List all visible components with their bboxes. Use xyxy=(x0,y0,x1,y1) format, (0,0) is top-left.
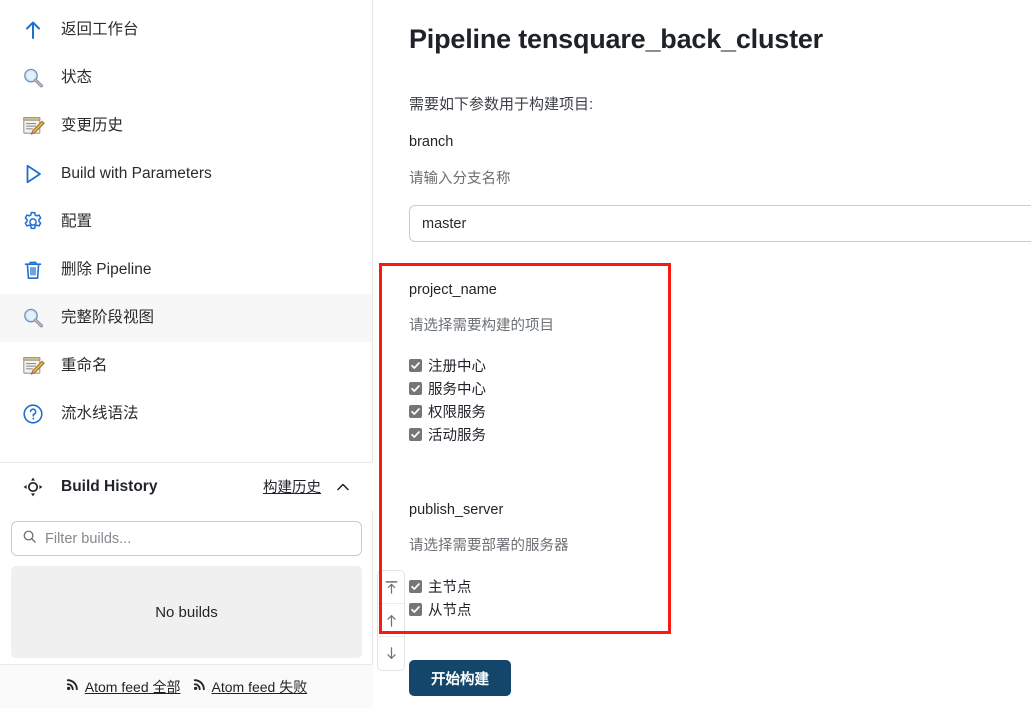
sidebar-nav: 返回工作台 状态 变更历史 Build with Parameters 配置 删… xyxy=(0,0,372,438)
sidebar-item-label: 状态 xyxy=(61,69,93,87)
sidebar-item-change-history[interactable]: 变更历史 xyxy=(0,102,372,150)
intro-text: 需要如下参数用于构建项目: xyxy=(409,96,594,113)
trash-icon xyxy=(21,258,45,282)
notepad-pencil-icon xyxy=(21,354,45,378)
checkbox-label: 服务中心 xyxy=(428,382,486,398)
param-description-branch: 请输入分支名称 xyxy=(409,171,511,187)
sidebar-item-full-stage-view[interactable]: 完整阶段视图 xyxy=(0,294,372,342)
checkbox-row[interactable]: 从节点 xyxy=(409,598,472,621)
param-label-publish-server: publish_server xyxy=(409,502,504,518)
filter-builds-box[interactable] xyxy=(11,521,362,556)
checkbox-row[interactable]: 权限服务 xyxy=(409,400,486,423)
checkbox-row[interactable]: 活动服务 xyxy=(409,423,486,446)
sidebar-item-label: 删除 Pipeline xyxy=(61,261,152,279)
no-builds-message: No builds xyxy=(11,566,362,658)
param-description-project-name: 请选择需要构建的项目 xyxy=(409,318,554,334)
checkbox-checked-icon[interactable] xyxy=(409,603,422,616)
sidebar-item-label: 返回工作台 xyxy=(61,21,139,39)
checkbox-label: 从节点 xyxy=(428,603,472,619)
rss-icon xyxy=(193,677,207,696)
build-history-header[interactable]: Build History 构建历史 xyxy=(0,462,373,510)
sidebar-item-delete-pipeline[interactable]: 删除 Pipeline xyxy=(0,246,372,294)
atom-feed-failed[interactable]: Atom feed 失败 xyxy=(193,677,308,697)
scroll-nub xyxy=(377,570,405,671)
sidebar-item-status[interactable]: 状态 xyxy=(0,54,372,102)
checkbox-group-publish-server: 主节点 从节点 xyxy=(409,575,472,621)
param-label-project-name: project_name xyxy=(409,282,497,298)
checkbox-checked-icon[interactable] xyxy=(409,428,422,441)
scroll-up-button[interactable] xyxy=(378,604,404,637)
start-build-button[interactable]: 开始构建 xyxy=(409,660,511,696)
build-history-link[interactable]: 构建历史 xyxy=(263,476,321,497)
scroll-to-top-button[interactable] xyxy=(378,571,404,604)
sidebar-item-configure[interactable]: 配置 xyxy=(0,198,372,246)
sidebar-item-label: 完整阶段视图 xyxy=(61,309,155,327)
help-circle-icon xyxy=(21,402,45,426)
sidebar-item-rename[interactable]: 重命名 xyxy=(0,342,372,390)
branch-input[interactable] xyxy=(409,205,1031,242)
search-icon xyxy=(22,529,37,549)
gear-icon xyxy=(21,210,45,234)
page-title: Pipeline tensquare_back_cluster xyxy=(409,24,823,54)
checkbox-row[interactable]: 注册中心 xyxy=(409,354,486,377)
atom-feed-label: Atom feed 失败 xyxy=(211,678,308,695)
checkbox-label: 权限服务 xyxy=(428,405,486,421)
param-description-publish-server: 请选择需要部署的服务器 xyxy=(409,538,569,554)
build-history-title: Build History xyxy=(61,477,158,495)
filter-builds-wrap xyxy=(11,521,362,556)
build-history-icon xyxy=(21,475,45,499)
sidebar-item-build-with-parameters[interactable]: Build with Parameters xyxy=(0,150,372,198)
checkbox-checked-icon[interactable] xyxy=(409,405,422,418)
magnifier-icon xyxy=(21,306,45,330)
checkbox-row[interactable]: 主节点 xyxy=(409,575,472,598)
checkbox-checked-icon[interactable] xyxy=(409,382,422,395)
notepad-pencil-icon xyxy=(21,114,45,138)
sidebar-item-label: Build with Parameters xyxy=(61,165,212,183)
up-arrow-icon xyxy=(21,18,45,42)
checkbox-checked-icon[interactable] xyxy=(409,359,422,372)
checkbox-group-project-name: 注册中心 服务中心 权限服务 活动服务 xyxy=(409,354,486,446)
scroll-down-button[interactable] xyxy=(378,637,404,670)
checkbox-label: 注册中心 xyxy=(428,359,486,375)
sidebar-item-back-to-dashboard[interactable]: 返回工作台 xyxy=(0,6,372,54)
atom-feed-all[interactable]: Atom feed 全部 xyxy=(66,677,181,697)
sidebar-item-label: 流水线语法 xyxy=(61,405,139,423)
rss-icon xyxy=(66,677,80,696)
sidebar-item-label: 重命名 xyxy=(61,357,108,375)
sidebar-item-pipeline-syntax[interactable]: 流水线语法 xyxy=(0,390,372,438)
play-icon xyxy=(21,162,45,186)
sidebar-item-label: 变更历史 xyxy=(61,117,124,135)
sidebar-item-label: 配置 xyxy=(61,213,93,231)
checkbox-checked-icon[interactable] xyxy=(409,580,422,593)
magnifier-icon xyxy=(21,66,45,90)
checkbox-row[interactable]: 服务中心 xyxy=(409,377,486,400)
main-content: Pipeline tensquare_back_cluster 需要如下参数用于… xyxy=(373,0,1031,708)
param-label-branch: branch xyxy=(409,134,454,150)
filter-builds-input[interactable] xyxy=(45,530,351,547)
sidebar: 返回工作台 状态 变更历史 Build with Parameters 配置 删… xyxy=(0,0,373,708)
atom-feed-label: Atom feed 全部 xyxy=(84,678,181,695)
chevron-up-icon[interactable] xyxy=(335,479,351,495)
checkbox-label: 活动服务 xyxy=(428,428,486,444)
jenkins-pipeline-page: 返回工作台 状态 变更历史 Build with Parameters 配置 删… xyxy=(0,0,1031,708)
checkbox-label: 主节点 xyxy=(428,580,472,596)
atom-feeds-bar: Atom feed 全部 Atom feed 失败 xyxy=(0,664,373,708)
